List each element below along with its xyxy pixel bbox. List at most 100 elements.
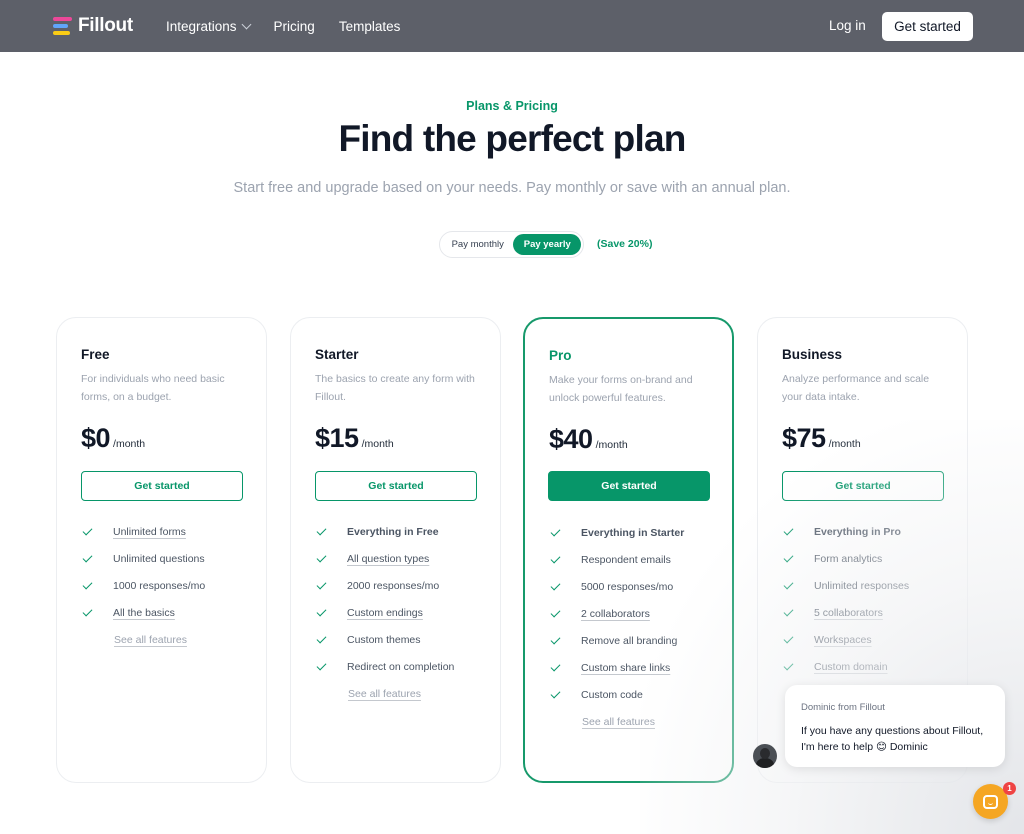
feature-text: Everything in Starter — [581, 527, 685, 539]
check-icon — [783, 633, 794, 644]
nav-pricing[interactable]: Pricing — [274, 19, 315, 34]
feature-list: Unlimited forms Unlimited questions 1000… — [81, 525, 206, 661]
check-icon — [550, 526, 561, 537]
nav-pricing-label: Pricing — [273, 18, 315, 34]
check-icon — [783, 606, 794, 617]
feature-text: Form analytics — [814, 553, 883, 565]
check-icon — [316, 525, 327, 536]
top-nav: Fillout Integrations Pricing Templates L… — [0, 0, 1024, 52]
feature-text: Custom themes — [347, 634, 421, 646]
price-amount: $0 — [81, 423, 111, 453]
feature-text[interactable]: Unlimited forms — [113, 526, 186, 539]
feature-text[interactable]: Workspaces — [814, 634, 872, 647]
feature-item: Everything in Pro — [782, 525, 909, 553]
get-started-button[interactable]: Get started — [315, 471, 477, 501]
price-period: /month — [113, 438, 146, 450]
brand-name: Fillout — [78, 15, 133, 36]
check-icon — [82, 525, 93, 536]
nav-integrations[interactable]: Integrations — [166, 19, 251, 34]
login-link[interactable]: Log in — [829, 18, 866, 33]
plan-card-pro: Pro Make your forms on-brand and unlock … — [523, 317, 734, 783]
check-icon — [783, 525, 794, 536]
get-started-button[interactable]: Get started — [548, 471, 710, 501]
nav-get-started-button[interactable]: Get started — [882, 12, 973, 41]
feature-text: Custom code — [581, 689, 643, 701]
feature-text[interactable]: 5 collaborators — [814, 607, 883, 620]
nav-templates[interactable]: Templates — [339, 19, 401, 34]
feature-text[interactable]: All the basics — [113, 607, 175, 620]
feature-item: Custom endings — [315, 606, 454, 634]
get-started-button[interactable]: Get started — [782, 471, 944, 501]
get-started-button[interactable]: Get started — [81, 471, 243, 501]
billing-toggle: Pay monthly Pay yearly — [439, 231, 584, 258]
see-all-features-link[interactable]: See all features — [582, 716, 655, 729]
see-all-features-link[interactable]: See all features — [114, 634, 187, 647]
check-icon — [783, 552, 794, 563]
plan-price: $0 /month — [81, 423, 145, 454]
see-all-row: See all features — [81, 634, 205, 661]
feature-item: Redirect on completion — [315, 660, 455, 688]
pay-yearly-option[interactable]: Pay yearly — [513, 234, 581, 255]
feature-item: 2000 responses/mo — [315, 579, 454, 607]
chevron-down-icon — [241, 19, 251, 29]
check-icon — [783, 579, 794, 590]
plan-description: The basics to create any form with Fillo… — [315, 373, 475, 403]
feature-text: Everything in Free — [347, 526, 439, 538]
feature-item: Custom share links — [549, 661, 684, 689]
check-icon — [783, 660, 794, 671]
check-icon — [550, 634, 561, 645]
avatar — [753, 744, 777, 768]
price-amount: $15 — [315, 423, 359, 453]
see-all-row: See all features — [315, 688, 454, 715]
check-icon — [316, 606, 327, 617]
feature-item: 2 collaborators — [549, 607, 684, 635]
feature-text: Respondent emails — [581, 554, 671, 566]
price-period: /month — [595, 439, 628, 451]
feature-text: Remove all branding — [581, 635, 678, 647]
feature-item: Respondent emails — [549, 553, 684, 581]
save-badge: (Save 20%) — [597, 238, 653, 250]
chat-bubble[interactable]: Dominic from Fillout If you have any que… — [785, 685, 1005, 767]
feature-text: 2000 responses/mo — [347, 580, 440, 592]
pay-monthly-option[interactable]: Pay monthly — [442, 234, 513, 255]
check-icon — [550, 580, 561, 591]
chat-message: If you have any questions about Fillout,… — [801, 725, 984, 753]
feature-item: Everything in Starter — [549, 526, 685, 554]
hero-eyebrow: Plans & Pricing — [466, 99, 558, 113]
feature-item: 5 collaborators — [782, 606, 909, 634]
check-icon — [550, 553, 561, 564]
feature-text[interactable]: Custom endings — [347, 607, 423, 620]
feature-text: Redirect on completion — [347, 661, 455, 673]
feature-text[interactable]: 2 collaborators — [581, 608, 650, 621]
feature-list: Everything in Free All question types 20… — [315, 525, 455, 715]
see-all-features-link[interactable]: See all features — [348, 688, 421, 701]
plan-card-free: Free For individuals who need basic form… — [56, 317, 267, 783]
feature-item: Workspaces — [782, 633, 909, 661]
feature-item: Custom domain — [782, 660, 909, 688]
brand-logo[interactable]: Fillout — [53, 15, 133, 37]
feature-text: 1000 responses/mo — [113, 580, 206, 592]
nav-templates-label: Templates — [338, 18, 401, 34]
feature-text: Everything in Pro — [814, 526, 901, 538]
check-icon — [82, 552, 93, 563]
check-icon — [82, 606, 93, 617]
feature-text[interactable]: Custom domain — [814, 661, 888, 674]
check-icon — [316, 660, 327, 671]
check-icon — [550, 661, 561, 672]
nav-links: Integrations Pricing Templates — [166, 0, 400, 52]
plan-card-starter: Starter The basics to create any form wi… — [290, 317, 501, 783]
feature-text[interactable]: Custom share links — [581, 662, 670, 675]
feature-item: 5000 responses/mo — [549, 580, 684, 608]
feature-item: Remove all branding — [549, 634, 684, 662]
chat-icon — [983, 794, 998, 809]
feature-item: 1000 responses/mo — [81, 579, 206, 607]
plan-description: Make your forms on-brand and unlock powe… — [549, 374, 693, 404]
plan-price: $75 /month — [782, 423, 861, 454]
price-amount: $40 — [549, 424, 593, 454]
chat-sender: Dominic from Fillout — [801, 702, 885, 713]
feature-text: Unlimited questions — [113, 553, 205, 565]
check-icon — [82, 579, 93, 590]
plan-name: Starter — [315, 347, 359, 362]
feature-text[interactable]: All question types — [347, 553, 429, 566]
see-all-row: See all features — [549, 716, 684, 743]
